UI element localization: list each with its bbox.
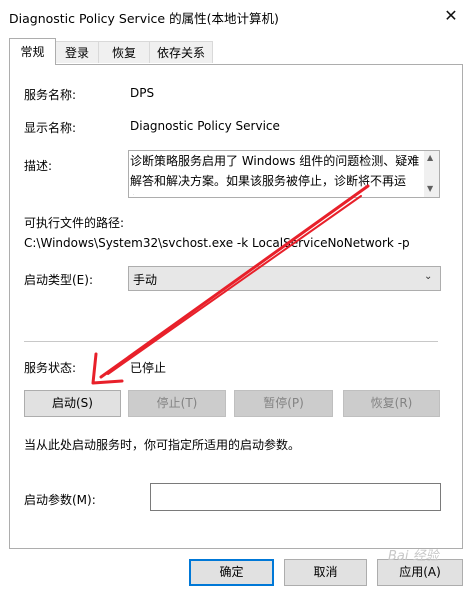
scroll-up-icon[interactable]: ▲ (427, 153, 433, 162)
description-label: 描述: (24, 159, 53, 173)
tab-panel-general (9, 64, 463, 549)
ok-button[interactable]: 确定 (189, 559, 274, 586)
separator (24, 341, 438, 342)
service-name-value: DPS (130, 86, 155, 100)
exe-path-label: 可执行文件的路径: (24, 216, 125, 230)
chevron-down-icon[interactable]: ⌄ (424, 271, 432, 282)
tab-recovery[interactable]: 恢复 (98, 41, 150, 63)
display-name-label: 显示名称: (24, 121, 77, 135)
stop-button[interactable]: 停止(T) (128, 390, 226, 417)
params-label: 启动参数(M): (24, 493, 96, 507)
params-input[interactable] (150, 483, 441, 511)
tab-logon[interactable]: 登录 (55, 41, 99, 63)
close-icon[interactable]: ✕ (438, 4, 464, 28)
scroll-down-icon[interactable]: ▼ (427, 184, 433, 193)
display-name-value: Diagnostic Policy Service (130, 119, 280, 133)
service-name-label: 服务名称: (24, 88, 77, 102)
resume-button[interactable]: 恢复(R) (343, 390, 440, 417)
tab-dependencies[interactable]: 依存关系 (149, 41, 213, 63)
exe-path-value: C:\Windows\System32\svchost.exe -k Local… (24, 236, 410, 250)
watermark: Bai 经验 (388, 549, 439, 564)
tab-general[interactable]: 常规 (9, 38, 56, 65)
startup-type-select[interactable] (128, 266, 441, 291)
params-hint: 当从此处启动服务时，你可指定所适用的启动参数。 (24, 438, 301, 452)
pause-button[interactable]: 暂停(P) (234, 390, 333, 417)
description-text: 诊断策略服务启用了 Windows 组件的问题检测、疑难解答和解决方案。如果该服… (130, 154, 420, 195)
window-title: Diagnostic Policy Service 的属性(本地计算机) (9, 11, 279, 26)
startup-type-label: 启动类型(E): (24, 273, 93, 287)
start-button[interactable]: 启动(S) (24, 390, 121, 417)
service-status-value: 已停止 (130, 361, 167, 375)
cancel-button[interactable]: 取消 (284, 559, 367, 586)
startup-type-value: 手动 (133, 273, 158, 287)
service-status-label: 服务状态: (24, 361, 77, 375)
